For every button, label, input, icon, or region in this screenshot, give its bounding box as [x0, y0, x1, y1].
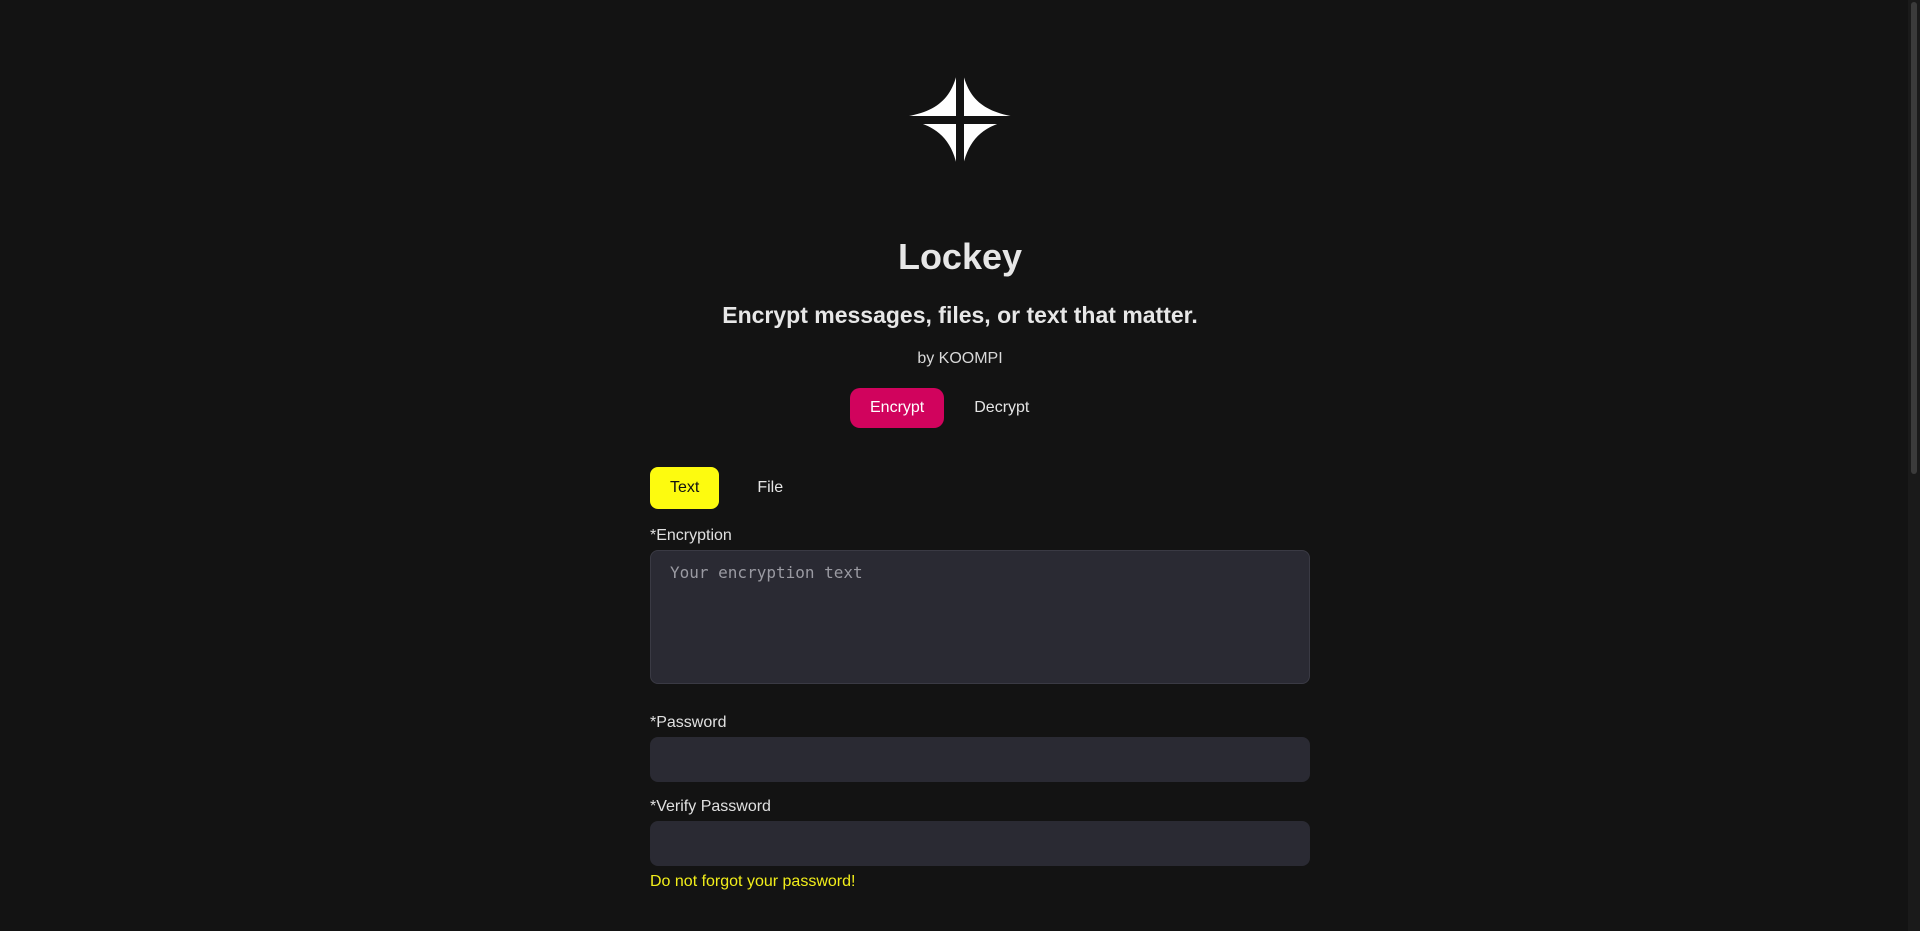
- app-tagline: Encrypt messages, files, or text that ma…: [722, 302, 1198, 328]
- page: Lockey Encrypt messages, files, or text …: [0, 0, 1920, 931]
- encryption-text-input[interactable]: [650, 550, 1310, 684]
- password-input[interactable]: [650, 737, 1310, 782]
- app-title: Lockey: [897, 236, 1023, 277]
- encryption-label: *Encryption: [650, 527, 732, 544]
- password-label: *Password: [650, 714, 727, 731]
- mode-tabs: Encrypt Decrypt: [850, 388, 1049, 428]
- tab-encrypt[interactable]: Encrypt: [850, 388, 945, 428]
- tab-file[interactable]: File: [737, 467, 803, 509]
- page-scrollbar[interactable]: [1908, 0, 1920, 931]
- four-point-star-icon: [896, 55, 1024, 185]
- scrollbar-thumb[interactable]: [1911, 2, 1917, 474]
- tab-decrypt[interactable]: Decrypt: [954, 388, 1049, 428]
- tab-text[interactable]: Text: [650, 467, 720, 509]
- type-tabs: Text File: [650, 467, 803, 509]
- verify-password-label: *Verify Password: [650, 798, 771, 815]
- byline: by KOOMPI: [917, 350, 1003, 367]
- verify-password-input[interactable]: [650, 821, 1310, 866]
- password-warning: Do not forgot your password!: [650, 873, 856, 890]
